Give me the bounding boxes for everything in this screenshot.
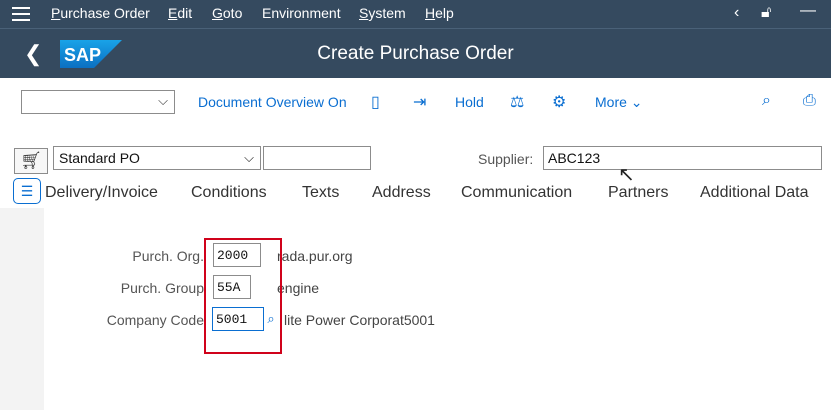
toolbar: ⌵ Document Overview On ▯ ⇥ Hold ⚖︎ ⚙︎ Mo… (0, 78, 831, 127)
org-data-panel: Purch. Org. 2000 rada.pur.org Purch. Gro… (44, 208, 831, 410)
tab-delivery-invoice[interactable]: Delivery/Invoice (45, 184, 158, 202)
menu-help[interactable]: Help (425, 5, 454, 21)
hold-button[interactable]: Hold (455, 94, 484, 110)
minimize-icon[interactable]: — (800, 2, 816, 20)
document-overview-button[interactable]: Document Overview On (198, 94, 347, 110)
tab-communication[interactable]: Communication (461, 184, 572, 202)
menu-edit[interactable]: Edit (168, 5, 192, 21)
po-number-input[interactable] (263, 146, 371, 170)
search-icon[interactable]: ⌕ (762, 92, 771, 110)
purch-org-description: rada.pur.org (277, 248, 353, 264)
more-button[interactable]: More ⌄ (595, 94, 643, 111)
purch-group-description: engine (277, 280, 320, 296)
chevron-down-icon: ⌄ (630, 94, 643, 110)
highlight-box (204, 238, 282, 354)
menu-purchase-order[interactable]: Purchase Order (51, 5, 150, 21)
tab-partners[interactable]: Partners (608, 184, 668, 202)
hamburger-menu-icon[interactable] (12, 7, 30, 21)
print-icon[interactable]: ⎙ (803, 92, 816, 110)
tab-texts[interactable]: Texts (302, 184, 339, 202)
menu-environment[interactable]: Environment (262, 5, 341, 21)
company-code-description: lite Power Corporat5001 (284, 312, 435, 328)
chevron-left-icon[interactable]: ‹ (734, 4, 739, 22)
po-type-select[interactable]: Standard PO ⌵ (53, 146, 261, 170)
purch-org-label: Purch. Org. (132, 248, 204, 264)
chevron-down-icon: ⌵ (158, 93, 168, 108)
menu-bar: Purchase Order Edit Goto Environment Sys… (0, 0, 831, 28)
new-document-icon[interactable]: ▯ (371, 92, 380, 112)
check-balance-icon[interactable]: ⚖︎ (510, 92, 524, 112)
tab-address[interactable]: Address (372, 184, 431, 202)
tab-conditions[interactable]: Conditions (191, 184, 267, 202)
chevron-down-icon: ⌵ (244, 150, 254, 165)
supplier-input[interactable]: ABC123 (543, 146, 822, 170)
lock-icon[interactable]: 🔓︎ (761, 4, 771, 22)
purch-group-label: Purch. Group (120, 280, 204, 296)
tab-overview-icon[interactable]: ☰ (13, 178, 41, 204)
page-title: Create Purchase Order (317, 43, 514, 64)
company-code-label: Company Code (106, 312, 204, 328)
supplier-label: Supplier: (478, 151, 534, 167)
personal-settings-icon[interactable]: ⚙︎ (552, 92, 566, 112)
open-document-icon[interactable]: ⇥ (413, 92, 426, 112)
shopping-cart-icon[interactable]: 🛒︎ (14, 148, 48, 174)
title-bar: ❮ SAP Create Purchase Order (0, 28, 831, 79)
header-area: 🛒︎ Standard PO ⌵ Supplier: ABC123 ↖ ☰ Del… (0, 126, 831, 208)
toolbar-select[interactable]: ⌵ (21, 90, 175, 114)
menu-goto[interactable]: Goto (212, 5, 242, 21)
menu-system[interactable]: System (359, 5, 406, 21)
tab-additional-data[interactable]: Additional Data (700, 184, 809, 202)
